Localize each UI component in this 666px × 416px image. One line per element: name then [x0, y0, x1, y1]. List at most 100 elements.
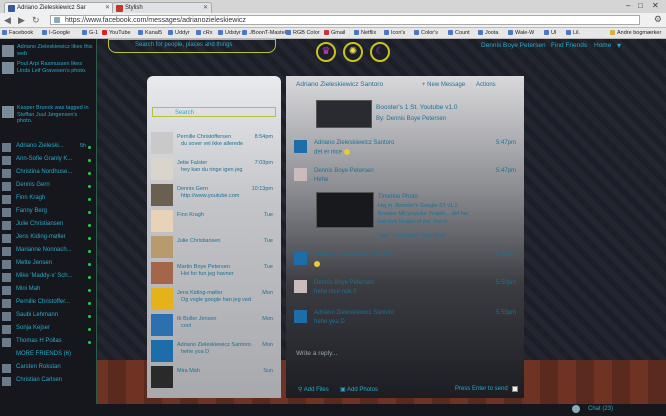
bookmark-item[interactable]: Udstyr — [218, 29, 241, 37]
friend-requests-icon[interactable]: ♛ — [316, 42, 336, 62]
bookmark-item[interactable]: ./BoonT-MasteR — [242, 29, 289, 37]
minimize-icon[interactable]: – — [626, 1, 630, 10]
search-input[interactable]: Search for people, places and things — [108, 39, 276, 53]
bookmark-item[interactable]: Kanal5 — [138, 29, 162, 37]
bookmark-item[interactable]: Lil. — [566, 29, 580, 37]
bookmark-item[interactable]: Joota — [478, 29, 498, 37]
bookmark-item[interactable]: YouTube — [102, 29, 131, 37]
bookmarks-bar: Facebook I-Google G-1 YouTube Kanal5 Udd… — [0, 28, 666, 39]
profile-link[interactable]: Dennis Boye Petersen — [481, 42, 546, 49]
online-dot — [88, 146, 91, 149]
bookmark-item[interactable]: Andre bogmærker — [610, 29, 661, 37]
reply-input[interactable]: Write a reply... — [296, 350, 337, 357]
avatar — [151, 340, 173, 362]
back-icon[interactable]: ◀ — [4, 15, 11, 25]
thread-item[interactable]: Julie Christiansen Tue — [151, 236, 279, 260]
chat-friend[interactable]: Thomas H Pollas — [2, 337, 94, 348]
conversation-title[interactable]: Adriano Zieleskiewicz Santoro — [296, 81, 383, 88]
bookmark-item[interactable]: Count — [448, 29, 470, 37]
chat-friend[interactable]: Christian Carlsen — [2, 376, 94, 387]
bookmark-item[interactable]: Wale-W — [508, 29, 534, 37]
tab-facebook[interactable]: Adriano Zieleskiewicz Sar ✕ — [4, 2, 114, 13]
bookmark-item[interactable]: Icon's — [384, 29, 405, 37]
avatar — [2, 143, 11, 152]
chat-friend[interactable]: Julie Christiansen — [2, 220, 94, 231]
bookmark-icon — [218, 30, 223, 35]
more-friends-link[interactable]: MORE FRIENDS (6) — [2, 350, 94, 361]
add-photos-button[interactable]: ▣ Add Photos — [340, 386, 378, 393]
add-files-button[interactable]: ⚲ Add Files — [298, 386, 329, 393]
press-enter-checkbox[interactable] — [512, 386, 518, 392]
maximize-icon[interactable]: □ — [638, 1, 643, 10]
thread-item[interactable]: Pernille Christoffersen 8:54pm du sover ve… — [151, 132, 279, 156]
chat-status-icon[interactable] — [572, 405, 580, 413]
tab-stylish[interactable]: Stylish ✕ — [112, 2, 212, 13]
bookmark-item[interactable]: Facebook — [2, 29, 33, 37]
avatar — [151, 158, 173, 180]
bookmark-item[interactable]: Color's — [414, 29, 438, 37]
find-friends-link[interactable]: Find Friends — [551, 42, 587, 49]
online-dot — [88, 328, 91, 331]
chat-button[interactable]: Chat (23) — [588, 406, 613, 412]
timeline-actions[interactable]: Like · Comment · See More — [378, 233, 446, 239]
wrench-icon[interactable]: ⚙ — [654, 14, 662, 25]
home-link[interactable]: Home — [594, 42, 611, 49]
bookmark-item[interactable]: I-Google — [42, 29, 70, 37]
url-field[interactable]: https://www.facebook.com/messages/adrian… — [50, 15, 640, 25]
chat-friend[interactable]: Ann-Sofie Granly K... — [2, 155, 94, 166]
ticker-story[interactable]: Kasper Brunck was tagged in Steffan Juul… — [2, 105, 94, 125]
avatar — [151, 132, 173, 154]
chat-friend[interactable]: Christina Nordhuse... — [2, 168, 94, 179]
chat-friend[interactable]: Carsten Rokstan — [2, 363, 94, 374]
online-dot — [88, 211, 91, 214]
thread-item[interactable]: Ib Buller Jensen Mon cool — [151, 314, 279, 338]
bookmark-item[interactable]: G-1 — [82, 29, 98, 37]
chat-friend[interactable]: Dennis Gern — [2, 181, 94, 192]
reload-icon[interactable]: ↻ — [32, 15, 40, 25]
avatar — [2, 364, 11, 373]
conversation-panel: Adriano Zieleskiewicz Santoro + New Mess… — [286, 76, 524, 398]
notifications-icon[interactable]: ☾ — [370, 42, 390, 62]
actions-button[interactable]: Actions — [476, 82, 496, 88]
chat-friend[interactable]: Finn Kragh — [2, 194, 94, 205]
chat-friend[interactable]: Saubi Lehmann — [2, 311, 94, 322]
thread-item[interactable]: Dennis Gern 10:13pm http://www.youtube.com — [151, 184, 279, 208]
settings-icon[interactable]: ▾ — [617, 41, 621, 50]
thread-item[interactable]: Jens Kiding-møller Mon Og vogle google han… — [151, 288, 279, 312]
chat-friend[interactable]: Jens Kiding-møller — [2, 233, 94, 244]
smiley-icon — [314, 261, 320, 267]
bookmark-item[interactable]: cRx — [196, 29, 212, 37]
new-message-button[interactable]: + New Message — [422, 82, 465, 88]
timeline-photo-title[interactable]: Timeline Photo — [378, 194, 418, 200]
chat-friend[interactable]: Mette Jensen — [2, 259, 94, 270]
messages-icon[interactable]: ✺ — [343, 42, 363, 62]
video-thumbnail[interactable] — [316, 100, 372, 128]
bookmark-item[interactable]: Gmail — [324, 29, 345, 37]
chat-friend[interactable]: Marianne Nonnach... — [2, 246, 94, 257]
chat-friend[interactable]: Fanny Berg — [2, 207, 94, 218]
chat-friend[interactable]: Pernille Christoffer... — [2, 298, 94, 309]
bookmark-item[interactable]: Uddyr — [168, 29, 190, 37]
avatar — [2, 156, 11, 165]
bookmark-item[interactable]: RGB Color — [286, 29, 320, 37]
message-search-input[interactable]: Search — [152, 107, 276, 117]
attachment-title[interactable]: Booster's 1 St. Youtube v1.0 — [376, 104, 457, 111]
attachment-by: By: Dennis Boye Petersen — [376, 116, 447, 122]
bookmark-item[interactable]: Netflix — [354, 29, 376, 37]
chat-friend[interactable]: Adriano Zieleski... 5h — [2, 142, 94, 153]
chat-friend[interactable]: Mike 'Maddy-x' Sch... — [2, 272, 94, 283]
chat-friend[interactable]: Mini Mah — [2, 285, 94, 296]
thread-item[interactable]: Adriano Zieleskiewicz Santoro Mon hehe yoa… — [151, 340, 279, 364]
bookmark-icon — [566, 30, 571, 35]
ticker-story[interactable]: Adriano Zieleskiewicz likes this web — [2, 44, 94, 58]
ticker-story[interactable]: Poul Arpi Rasmussen likes Linds Leif Gra… — [2, 61, 94, 81]
thread-item[interactable]: Finn Kragh Tue — [151, 210, 279, 234]
forward-icon[interactable]: ▶ — [18, 15, 25, 25]
thread-item[interactable]: Jette Falster 7:03pm hey kan du ringe igen… — [151, 158, 279, 182]
timeline-photo-thumbnail[interactable] — [316, 192, 374, 228]
thread-item[interactable]: Mira Mah Sun — [151, 366, 279, 390]
bookmark-item[interactable]: UI — [544, 29, 557, 37]
chat-friend[interactable]: Sonja Kejser — [2, 324, 94, 335]
thread-item[interactable]: Martin Boye Petersen Tue Hei for fun jeg h… — [151, 262, 279, 286]
close-window-icon[interactable]: ✕ — [652, 1, 659, 10]
